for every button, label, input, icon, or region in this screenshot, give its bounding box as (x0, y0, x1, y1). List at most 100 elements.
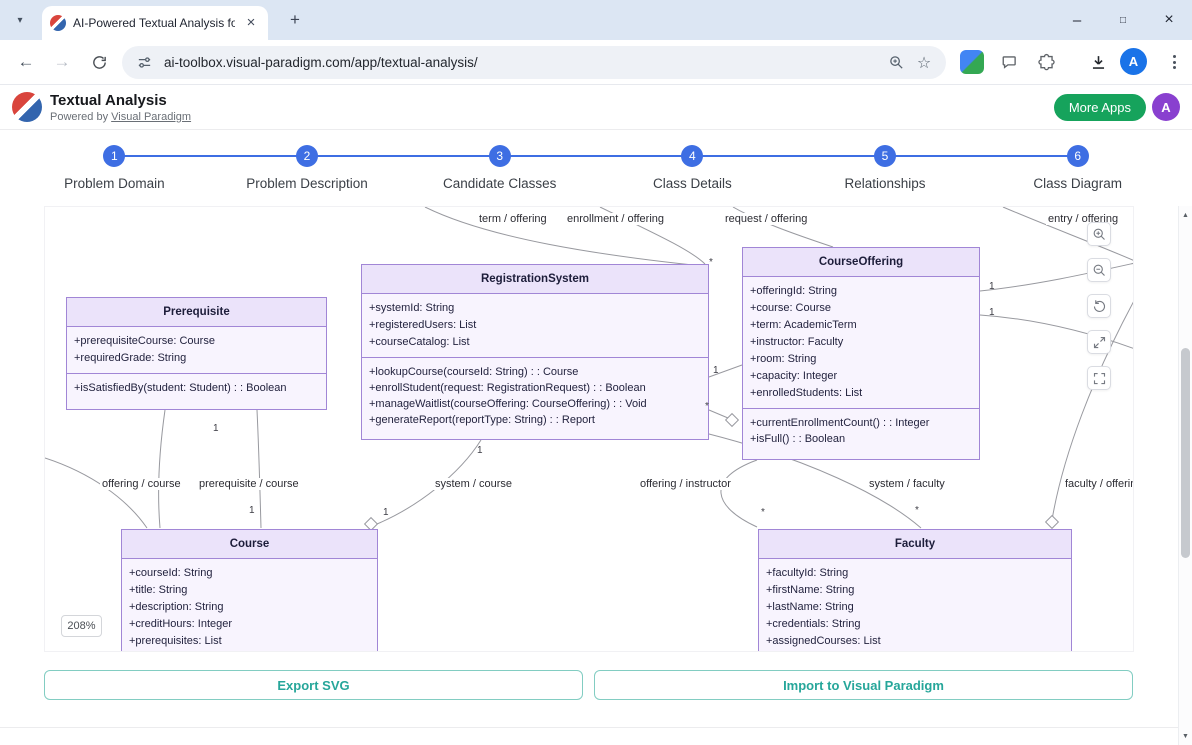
class-name: CourseOffering (743, 248, 979, 277)
class-methods: +currentEnrollmentCount() : : Integer+is… (743, 409, 979, 453)
step-label: Relationships (845, 176, 926, 191)
class-node-faculty[interactable]: Faculty+facultyId: String+firstName: Str… (758, 529, 1072, 652)
browser-menu-icon[interactable] (1162, 49, 1186, 75)
stepper-step-1[interactable]: 1Problem Domain (18, 130, 211, 206)
tab-close-icon[interactable]: × (242, 14, 260, 32)
downloads-icon[interactable] (1086, 50, 1110, 74)
class-attribute: +assignedCourses: List (766, 633, 1064, 650)
multiplicity-label: 1 (989, 281, 995, 292)
zoom-indicator-icon[interactable] (886, 53, 906, 73)
edge-label: enrollment / offering (565, 213, 666, 225)
class-method: +isSatisfiedBy(student: Student) : : Boo… (74, 380, 319, 396)
user-avatar[interactable]: A (1152, 93, 1180, 121)
multiplicity-label: 1 (249, 505, 255, 516)
multiplicity-label: * (761, 507, 765, 518)
class-attribute: +prerequisites: List (129, 633, 370, 650)
class-attribute: +capacity: Integer (750, 368, 972, 385)
class-attribute: +courseId: String (129, 565, 370, 582)
comment-icon[interactable] (997, 50, 1021, 74)
class-methods: +lookupCourse(courseId: String) : : Cour… (362, 358, 708, 434)
class-attribute: +systemId: String (369, 300, 701, 317)
edge-label: offering / course (100, 478, 183, 490)
step-number-circle: 1 (103, 145, 125, 167)
class-attribute: +requiredGrade: String (74, 350, 319, 367)
multiplicity-label: 1 (989, 307, 995, 318)
import-visual-paradigm-button[interactable]: Import to Visual Paradigm (594, 670, 1133, 700)
step-number-circle: 3 (489, 145, 511, 167)
class-node-prerequisite[interactable]: Prerequisite+prerequisiteCourse: Course+… (66, 297, 327, 410)
stepper-step-5[interactable]: 5 Relationships (789, 130, 982, 206)
stepper-step-3[interactable]: 3 Candidate Classes (403, 130, 596, 206)
window-controls: – □ × (1054, 0, 1192, 40)
step-number-circle: 5 (874, 145, 896, 167)
window-close-button[interactable]: × (1146, 0, 1192, 40)
class-attribute: +lastName: String (766, 599, 1064, 616)
fit-screen-button[interactable] (1087, 330, 1111, 354)
stepper-step-4[interactable]: 4Class Details (596, 130, 789, 206)
reset-view-button[interactable] (1087, 294, 1111, 318)
reload-button[interactable] (85, 48, 113, 76)
edge-label: system / faculty (867, 478, 947, 490)
browser-tab[interactable]: AI-Powered Textual Analysis for × (42, 6, 268, 40)
scrollbar-up-arrow[interactable]: ▲ (1179, 208, 1192, 222)
browser-toolbar: ← → ai-toolbox.visual-paradigm.com/app/t… (0, 40, 1192, 85)
zoom-out-button[interactable] (1087, 258, 1111, 282)
edge-label: offering / instructor (638, 478, 733, 490)
export-svg-button[interactable]: Export SVG (44, 670, 583, 700)
class-method: +isFull() : : Boolean (750, 431, 972, 447)
app-title: Textual Analysis (50, 92, 167, 109)
class-attribute: +course: Course (750, 300, 972, 317)
class-attribute: +courseCatalog: List (369, 334, 701, 351)
bookmark-star-icon[interactable]: ☆ (914, 53, 934, 73)
visual-paradigm-link[interactable]: Visual Paradigm (111, 111, 191, 123)
new-tab-button[interactable]: + (284, 9, 306, 31)
step-number-circle: 2 (296, 145, 318, 167)
multiplicity-label: 1 (477, 445, 483, 456)
powered-by-prefix: Powered by (50, 111, 108, 123)
site-settings-tune-icon[interactable] (134, 53, 154, 73)
window-minimize-button[interactable]: – (1054, 0, 1100, 40)
extensions-puzzle-icon[interactable] (1034, 50, 1058, 74)
page-scrollbar[interactable]: ▲ ▼ (1178, 206, 1192, 745)
browser-profile-avatar[interactable]: A (1120, 48, 1147, 75)
class-attribute: +prerequisiteCourse: Course (74, 333, 319, 350)
address-bar[interactable]: ai-toolbox.visual-paradigm.com/app/textu… (122, 46, 946, 79)
zoom-out-icon (1092, 263, 1107, 278)
powered-by-text: Powered by Visual Paradigm (50, 111, 191, 123)
tab-search-button[interactable]: ▾ (10, 10, 30, 30)
class-node-course[interactable]: Course+courseId: String+title: String+de… (121, 529, 378, 652)
tab-title: AI-Powered Textual Analysis for (73, 16, 235, 30)
edge-label: system / course (433, 478, 514, 490)
aggregation-diamond (726, 414, 739, 427)
multiplicity-label: * (709, 257, 713, 268)
class-method: +enrollStudent(request: RegistrationRequ… (369, 380, 701, 396)
class-attributes: +systemId: String+registeredUsers: List+… (362, 294, 708, 358)
scrollbar-down-arrow[interactable]: ▼ (1179, 729, 1192, 743)
class-method: +currentEnrollmentCount() : : Integer (750, 415, 972, 431)
class-node-registrationsystem[interactable]: RegistrationSystem+systemId: String+regi… (361, 264, 709, 440)
stepper-step-2[interactable]: 2Problem Description (211, 130, 404, 206)
zoom-in-button[interactable] (1087, 222, 1111, 246)
step-label: Class Details (653, 176, 732, 191)
aggregation-diamond (1046, 516, 1059, 529)
class-name: Course (122, 530, 377, 559)
stepper-step-6[interactable]: 6Class Diagram (981, 130, 1174, 206)
forward-button[interactable]: → (48, 48, 76, 76)
multiplicity-label: * (705, 401, 709, 412)
app-header: Textual Analysis Powered by Visual Parad… (0, 85, 1192, 130)
back-button[interactable]: ← (12, 48, 40, 76)
extension-icon-colorful[interactable] (960, 50, 984, 74)
class-node-courseoffering[interactable]: CourseOffering+offeringId: String+course… (742, 247, 980, 460)
step-label: Class Diagram (1033, 176, 1122, 191)
diagram-canvas[interactable]: 208% Prerequisite+prerequisiteCourse: Co… (44, 206, 1134, 652)
scrollbar-thumb[interactable] (1181, 348, 1190, 558)
canvas-controls (1087, 222, 1111, 390)
window-maximize-button[interactable]: □ (1100, 0, 1146, 40)
class-method: +lookupCourse(courseId: String) : : Cour… (369, 364, 701, 380)
edge-label: prerequisite / course (197, 478, 301, 490)
class-attribute: +room: String (750, 351, 972, 368)
step-label: Candidate Classes (443, 176, 556, 191)
fullscreen-button[interactable] (1087, 366, 1111, 390)
more-apps-button[interactable]: More Apps (1054, 94, 1146, 121)
url-text: ai-toolbox.visual-paradigm.com/app/textu… (164, 55, 878, 70)
